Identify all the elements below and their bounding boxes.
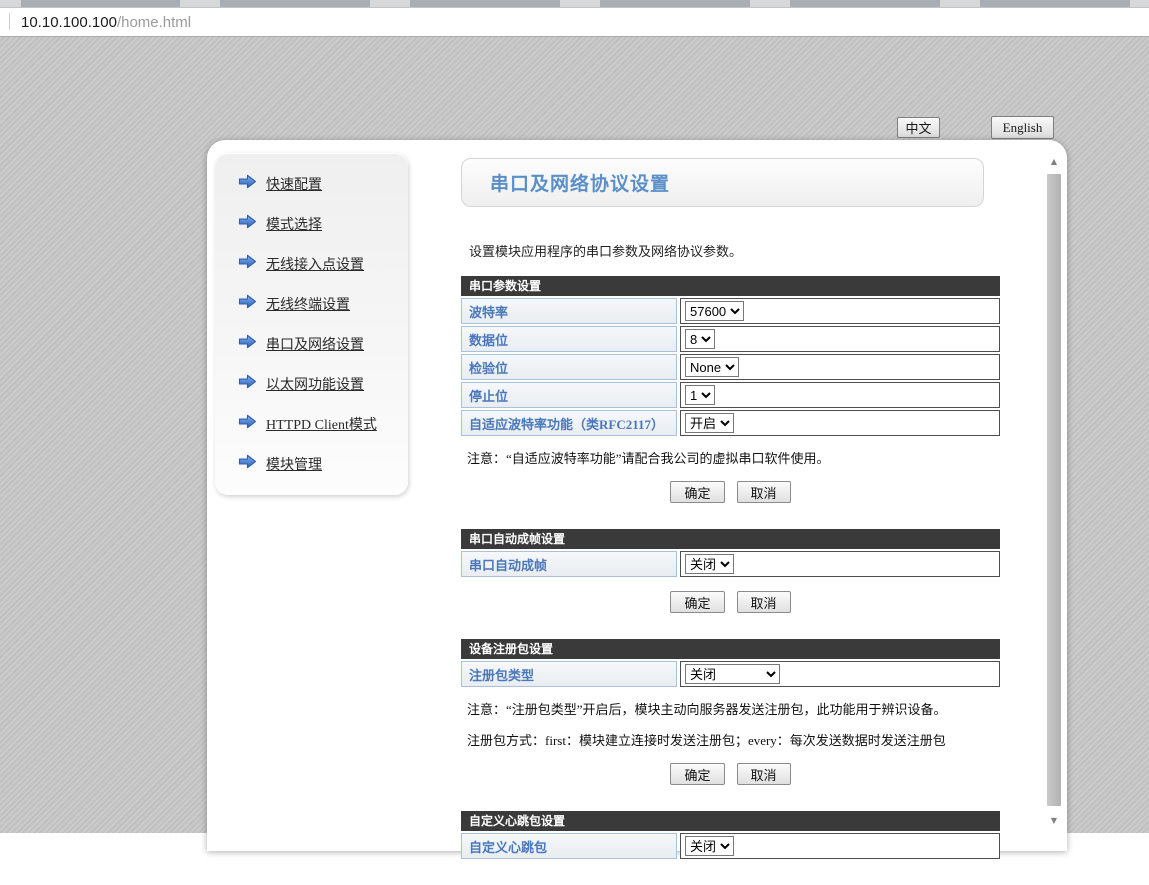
browser-address-bar[interactable]: 10.10.100.100/home.html (0, 8, 1149, 37)
setting-value-cell: 8 (680, 326, 1000, 352)
ok-button[interactable]: 确定 (670, 591, 724, 613)
scrollbar-thumb[interactable] (1047, 174, 1061, 806)
section-note: 注意：“注册包类型”开启后，模块主动向服务器发送注册包，此功能用于辨识设备。 (467, 699, 1000, 718)
setting-row: 停止位 1 (461, 382, 1000, 408)
sidebar-item-label: 以太网功能设置 (266, 374, 364, 394)
browser-tab-strip (0, 0, 1149, 8)
setting-select[interactable]: 8 (685, 329, 715, 349)
settings-section-2: 设备注册包设置注册包类型关闭注意：“注册包类型”开启后，模块主动向服务器发送注册… (461, 639, 1000, 785)
setting-value-cell: 关闭 (680, 833, 1000, 859)
browser-chrome: 10.10.100.100/home.html (0, 0, 1149, 37)
setting-label: 波特率 (461, 298, 677, 324)
sidebar-item-3[interactable]: 无线终端设置 (215, 284, 408, 324)
setting-row: 自定义心跳包关闭 (461, 833, 1000, 859)
sidebar-item-1[interactable]: 模式选择 (215, 204, 408, 244)
setting-row: 波特率 57600 (461, 298, 1000, 324)
setting-select[interactable]: 关闭 (685, 836, 734, 856)
settings-section-3: 自定义心跳包设置自定义心跳包关闭 (461, 811, 1000, 859)
setting-row: 串口自动成帧关闭 (461, 551, 1000, 577)
section-header: 串口自动成帧设置 (461, 529, 1000, 549)
scroll-down-arrow-icon[interactable]: ▼ (1046, 816, 1062, 825)
setting-value-cell: 开启 (680, 410, 1000, 436)
section-header: 设备注册包设置 (461, 639, 1000, 659)
section-buttons: 确定取消 (461, 591, 1000, 613)
setting-value-cell: 1 (680, 382, 1000, 408)
setting-label: 停止位 (461, 382, 677, 408)
arrow-icon (238, 174, 257, 194)
sidebar: 快速配置模式选择无线接入点设置无线终端设置串口及网络设置以太网功能设置 HTTPD… (215, 153, 408, 495)
url-host: 10.10.100.100 (21, 14, 117, 31)
sidebar-item-5[interactable]: 以太网功能设置 (215, 364, 408, 404)
setting-select[interactable]: 关闭 (685, 664, 780, 684)
setting-select[interactable]: 1 (685, 385, 715, 405)
setting-select[interactable]: 57600 (685, 301, 744, 321)
section-note: 注册包方式：first：模块建立连接时发送注册包；every：每次发送数据时发送… (467, 730, 1000, 749)
sidebar-item-label: 无线接入点设置 (266, 254, 364, 274)
setting-value-cell: 关闭 (680, 551, 1000, 577)
page-title: 串口及网络协议设置 (490, 169, 670, 196)
arrow-icon (238, 254, 257, 274)
url-text[interactable]: 10.10.100.100/home.html (21, 14, 191, 31)
setting-value-cell: None (680, 354, 1000, 380)
sidebar-item-label: 快速配置 (266, 174, 322, 194)
setting-label: 注册包类型 (461, 661, 677, 687)
section-header: 自定义心跳包设置 (461, 811, 1000, 831)
sidebar-item-label: 串口及网络设置 (266, 334, 364, 354)
sidebar-item-4[interactable]: 串口及网络设置 (215, 324, 408, 364)
arrow-icon (238, 414, 257, 434)
sidebar-item-7[interactable]: 模块管理 (215, 444, 408, 484)
sidebar-item-2[interactable]: 无线接入点设置 (215, 244, 408, 284)
section-note: 注意：“自适应波特率功能”请配合我公司的虚拟串口软件使用。 (467, 448, 1000, 467)
ok-button[interactable]: 确定 (670, 481, 724, 503)
sidebar-item-label: 无线终端设置 (266, 294, 350, 314)
cancel-button[interactable]: 取消 (737, 763, 791, 785)
setting-label: 自定义心跳包 (461, 833, 677, 859)
page-description: 设置模块应用程序的串口参数及网络协议参数。 (469, 241, 1000, 260)
page-background: 中文 English 快速配置模式选择无线接入点设置无线终端设置串口及网络设置以… (0, 37, 1149, 833)
settings-section-0: 串口参数设置波特率 57600 数据位 8 检验位 None 停止位 1 自适应波特率功能（类R… (461, 276, 1000, 503)
section-header: 串口参数设置 (461, 276, 1000, 296)
setting-row: 数据位 8 (461, 326, 1000, 352)
ok-button[interactable]: 确定 (670, 763, 724, 785)
content-panel: 快速配置模式选择无线接入点设置无线终端设置串口及网络设置以太网功能设置 HTTPD… (207, 140, 1067, 851)
setting-label: 串口自动成帧 (461, 551, 677, 577)
page-title-box: 串口及网络协议设置 (461, 158, 984, 207)
section-buttons: 确定取消 (461, 763, 1000, 785)
arrow-icon (238, 294, 257, 314)
setting-value-cell: 关闭 (680, 661, 1000, 687)
main-content: 串口及网络协议设置 设置模块应用程序的串口参数及网络协议参数。 串口参数设置波特… (461, 158, 1000, 885)
sidebar-item-label: 模式选择 (266, 214, 322, 234)
section-buttons: 确定取消 (461, 481, 1000, 503)
arrow-icon (238, 214, 257, 234)
setting-select[interactable]: None (685, 357, 739, 377)
sidebar-item-6[interactable]: HTTPD Client模式 (215, 404, 408, 444)
settings-sections: 串口参数设置波特率 57600 数据位 8 检验位 None 停止位 1 自适应波特率功能（类R… (461, 276, 1000, 859)
settings-section-1: 串口自动成帧设置串口自动成帧关闭确定取消 (461, 529, 1000, 613)
language-english-button[interactable]: English (991, 116, 1054, 139)
setting-select[interactable]: 关闭 (685, 554, 734, 574)
sidebar-item-label: HTTPD Client模式 (266, 414, 377, 434)
arrow-icon (238, 454, 257, 474)
language-chinese-button[interactable]: 中文 (897, 117, 940, 138)
arrow-icon (238, 374, 257, 394)
sidebar-item-0[interactable]: 快速配置 (215, 164, 408, 204)
cancel-button[interactable]: 取消 (737, 591, 791, 613)
setting-row: 检验位 None (461, 354, 1000, 380)
setting-row: 注册包类型关闭 (461, 661, 1000, 687)
scroll-up-arrow-icon[interactable]: ▲ (1046, 157, 1062, 166)
setting-row: 自适应波特率功能（类RFC2117） 开启 (461, 410, 1000, 436)
setting-value-cell: 57600 (680, 298, 1000, 324)
setting-label: 检验位 (461, 354, 677, 380)
setting-label: 数据位 (461, 326, 677, 352)
setting-label: 自适应波特率功能（类RFC2117） (461, 410, 677, 436)
cancel-button[interactable]: 取消 (737, 481, 791, 503)
scrollbar[interactable]: ▲ ▼ (1046, 143, 1062, 851)
arrow-icon (238, 334, 257, 354)
url-path: /home.html (117, 14, 191, 31)
setting-select[interactable]: 开启 (685, 413, 734, 433)
sidebar-item-label: 模块管理 (266, 454, 322, 474)
